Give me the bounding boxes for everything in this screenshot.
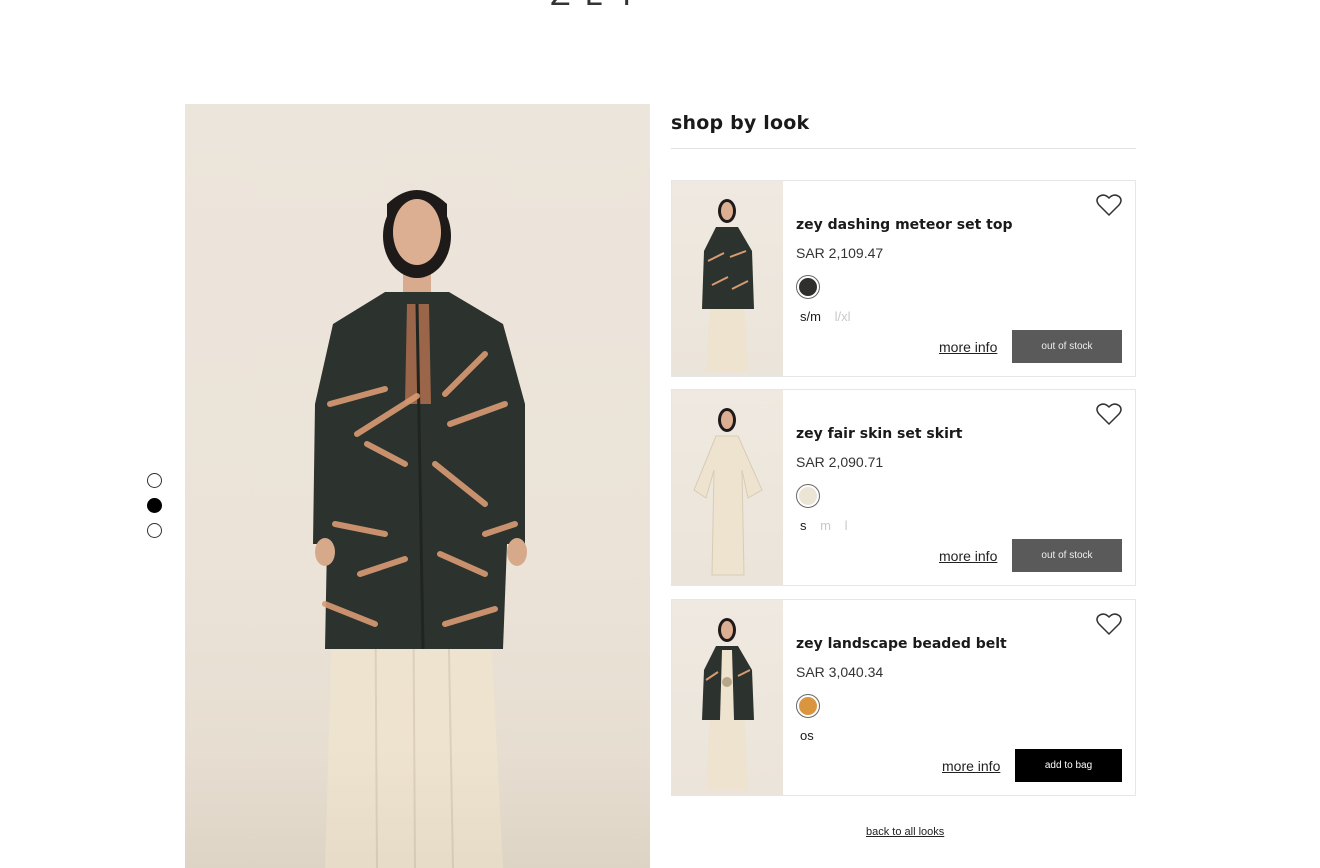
product-thumbnail[interactable] [672, 600, 783, 795]
product-name[interactable]: zey fair skin set skirt [796, 426, 962, 442]
back-to-all-looks-link[interactable]: back to all looks [866, 826, 944, 838]
size-options: os [800, 728, 824, 743]
out-of-stock-button[interactable]: out of stock [1012, 330, 1122, 363]
product-card: zey landscape beaded belt SAR 3,040.34 o… [671, 599, 1136, 796]
more-info-link[interactable]: more info [939, 339, 997, 355]
product-price: SAR 3,040.34 [796, 664, 884, 680]
pager-dot-2-active[interactable] [147, 498, 162, 513]
size-option-unavailable: l [844, 518, 848, 533]
color-swatch[interactable] [796, 484, 820, 508]
product-info: zey dashing meteor set top SAR 2,109.47 … [796, 181, 1135, 376]
product-price: SAR 2,109.47 [796, 245, 884, 261]
size-option-unavailable: l/xl [834, 309, 851, 324]
product-info: zey fair skin set skirt SAR 2,090.71 s m… [796, 390, 1135, 585]
more-info-link[interactable]: more info [939, 548, 997, 564]
panel-title: shop by look [671, 112, 810, 134]
out-of-stock-button[interactable]: out of stock [1012, 539, 1122, 572]
size-options: s/m l/xl [800, 309, 860, 324]
add-to-bag-button[interactable]: add to bag [1015, 749, 1122, 782]
pager-dot-1[interactable] [147, 473, 162, 488]
size-option-unavailable: m [820, 518, 831, 533]
brand-logo-text: ZEY [550, 0, 780, 8]
product-card: zey dashing meteor set top SAR 2,109.47 … [671, 180, 1136, 377]
brand-logo[interactable]: ZEY [550, 0, 780, 8]
wishlist-heart-icon[interactable] [1096, 402, 1122, 426]
panel-divider [671, 148, 1136, 149]
size-option[interactable]: os [800, 728, 814, 743]
wishlist-heart-icon[interactable] [1096, 193, 1122, 217]
wishlist-heart-icon[interactable] [1096, 612, 1122, 636]
size-option[interactable]: s/m [800, 309, 821, 324]
shop-by-look-panel: shop by look zey dashing meteor set top … [671, 104, 1136, 796]
product-price: SAR 2,090.71 [796, 454, 884, 470]
product-info: zey landscape beaded belt SAR 3,040.34 o… [796, 600, 1135, 795]
pager-dot-3[interactable] [147, 523, 162, 538]
size-option[interactable]: s [800, 518, 807, 533]
product-name[interactable]: zey landscape beaded belt [796, 636, 1007, 652]
product-thumbnail[interactable] [672, 181, 783, 376]
product-name[interactable]: zey dashing meteor set top [796, 217, 1012, 233]
product-card: zey fair skin set skirt SAR 2,090.71 s m… [671, 389, 1136, 586]
more-info-link[interactable]: more info [942, 758, 1000, 774]
color-swatch[interactable] [796, 275, 820, 299]
color-swatch[interactable] [796, 694, 820, 718]
look-pager [147, 473, 163, 548]
product-thumbnail[interactable] [672, 390, 783, 585]
look-hero-image [185, 104, 650, 868]
size-options: s m l [800, 518, 857, 533]
